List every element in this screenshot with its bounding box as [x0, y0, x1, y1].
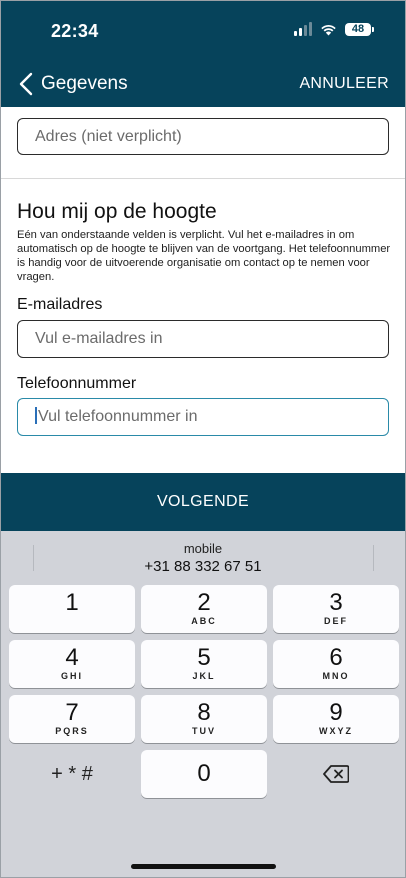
key-letters: ABC: [191, 616, 217, 626]
key-letters: MNO: [322, 671, 350, 681]
key-letters: TUV: [192, 726, 216, 736]
key-digit: 6: [329, 644, 343, 671]
key-letters: JKL: [192, 671, 216, 681]
battery-icon: 48: [345, 22, 374, 36]
email-label: E-mailadres: [17, 296, 103, 313]
suggestion-label: mobile: [183, 541, 223, 556]
phone-placeholder: Vul telefoonnummer in: [38, 408, 198, 425]
key-digit: 2: [197, 589, 211, 616]
key-digit: 4: [65, 644, 79, 671]
key-digit: 5: [197, 644, 211, 671]
key-2[interactable]: 2 ABC: [141, 585, 267, 633]
back-button[interactable]: Gegevens: [19, 72, 128, 96]
status-icons: 48: [294, 22, 374, 36]
key-digit: 0: [197, 760, 211, 787]
email-input[interactable]: Vul e-mailadres in: [17, 320, 389, 358]
phone-label: Telefoonnummer: [17, 375, 137, 392]
backspace-icon: [323, 765, 350, 783]
key-8[interactable]: 8 TUV: [141, 695, 267, 743]
key-letters: GHI: [60, 671, 83, 681]
numeric-keyboard: mobile +31 88 332 67 51 1 2 ABC 3 DEF 4 GHI…: [1, 531, 405, 877]
key-5[interactable]: 5 JKL: [141, 640, 267, 688]
key-0[interactable]: 0: [141, 750, 267, 798]
key-9[interactable]: 9 WXYZ: [273, 695, 399, 743]
phone-input[interactable]: Vul telefoonnummer in: [17, 398, 389, 436]
key-digit: 7: [65, 699, 79, 726]
key-7[interactable]: 7 PQRS: [9, 695, 135, 743]
cellular-signal-icon: [294, 22, 312, 36]
key-letters: WXYZ: [319, 726, 353, 736]
home-indicator[interactable]: [131, 864, 276, 869]
app-header: 22:34 48 Gegevens ANNULEER: [1, 1, 405, 107]
cancel-button[interactable]: ANNULEER: [299, 75, 389, 93]
key-digit: 9: [329, 699, 343, 726]
key-letters: PQRS: [55, 726, 89, 736]
symbols-key[interactable]: + * #: [9, 750, 135, 798]
key-3[interactable]: 3 DEF: [273, 585, 399, 633]
section-divider: [1, 178, 405, 179]
autofill-suggestion[interactable]: mobile +31 88 332 67 51: [1, 541, 405, 575]
key-4[interactable]: 4 GHI: [9, 640, 135, 688]
chevron-left-icon: [19, 72, 33, 96]
section-title: Hou mij op de hoogte: [17, 200, 217, 223]
key-digit: 1: [65, 589, 79, 616]
delete-key[interactable]: [273, 750, 399, 798]
suggestion-value: +31 88 332 67 51: [144, 558, 262, 575]
key-letters: DEF: [324, 616, 348, 626]
symbols-label: + * #: [51, 763, 93, 785]
form-content: Adres (niet verplicht) Hou mij op de hoo…: [1, 107, 405, 473]
key-digit: 8: [197, 699, 211, 726]
section-description: Eén van onderstaande velden is verplicht…: [17, 229, 391, 283]
key-1[interactable]: 1: [9, 585, 135, 633]
address-input[interactable]: Adres (niet verplicht): [17, 118, 389, 155]
screen: 22:34 48 Gegevens ANNULEER Adres (niet v…: [0, 0, 406, 878]
text-caret: [35, 407, 37, 425]
wifi-icon: [320, 23, 337, 36]
next-button[interactable]: VOLGENDE: [1, 473, 405, 531]
key-digit: 3: [329, 589, 343, 616]
back-label: Gegevens: [41, 73, 128, 94]
key-6[interactable]: 6 MNO: [273, 640, 399, 688]
status-time: 22:34: [51, 21, 99, 41]
